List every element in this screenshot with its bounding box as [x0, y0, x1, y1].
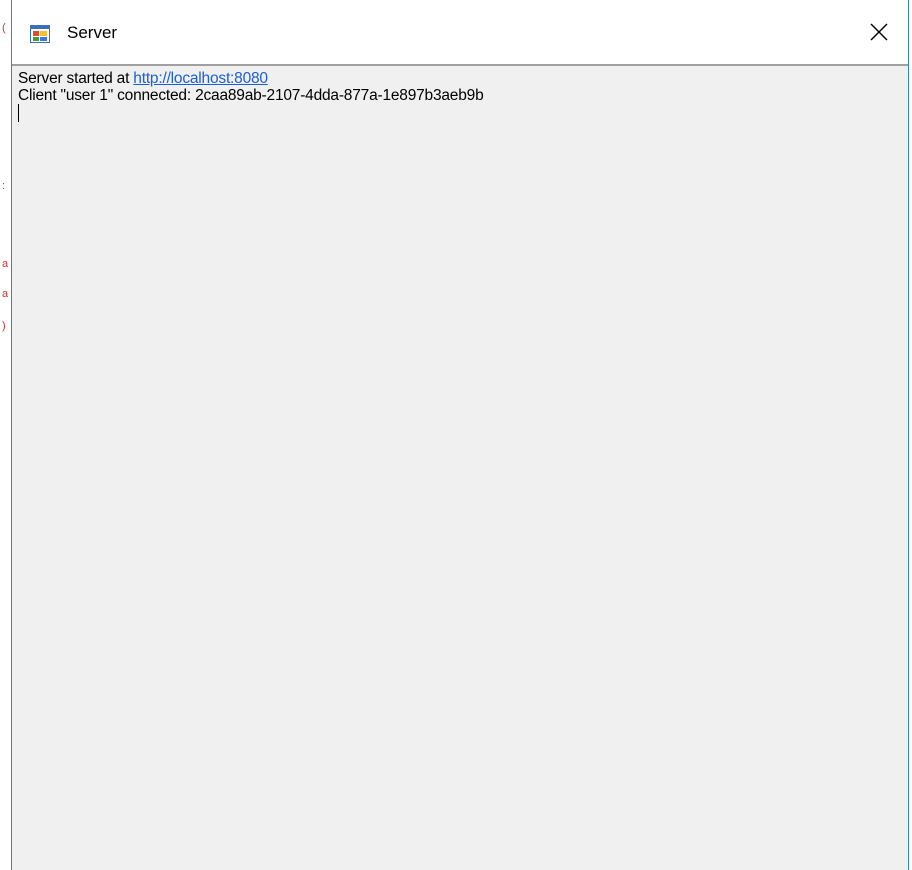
log-line: Client "user 1" connected: 2caa89ab-2107… [18, 87, 902, 104]
log-line-text: Server started at [18, 70, 134, 87]
background-glyph: a [2, 288, 9, 300]
window-title: Server [67, 23, 118, 42]
windows-form-icon [30, 25, 50, 43]
background-glyph: : [2, 180, 6, 192]
background-glyph: a [2, 258, 9, 270]
background-glyph: ( [2, 22, 6, 34]
localhost-link[interactable]: http://localhost:8080 [133, 70, 268, 87]
log-line: Server started at http://localhost:8080 [18, 70, 902, 87]
server-window: Server Server started at http://localhos… [11, 0, 909, 870]
background-glyph: ) [2, 320, 6, 332]
log-line [18, 104, 902, 122]
log-textbox[interactable]: Server started at http://localhost:8080 … [18, 70, 902, 870]
title-bar[interactable]: Server [12, 0, 908, 64]
text-caret [18, 104, 19, 122]
log-line-text: Client "user 1" connected: 2caa89ab-2107… [18, 87, 484, 104]
close-button[interactable] [850, 0, 908, 64]
client-area: Server started at http://localhost:8080 … [12, 64, 908, 870]
close-icon [870, 23, 888, 41]
